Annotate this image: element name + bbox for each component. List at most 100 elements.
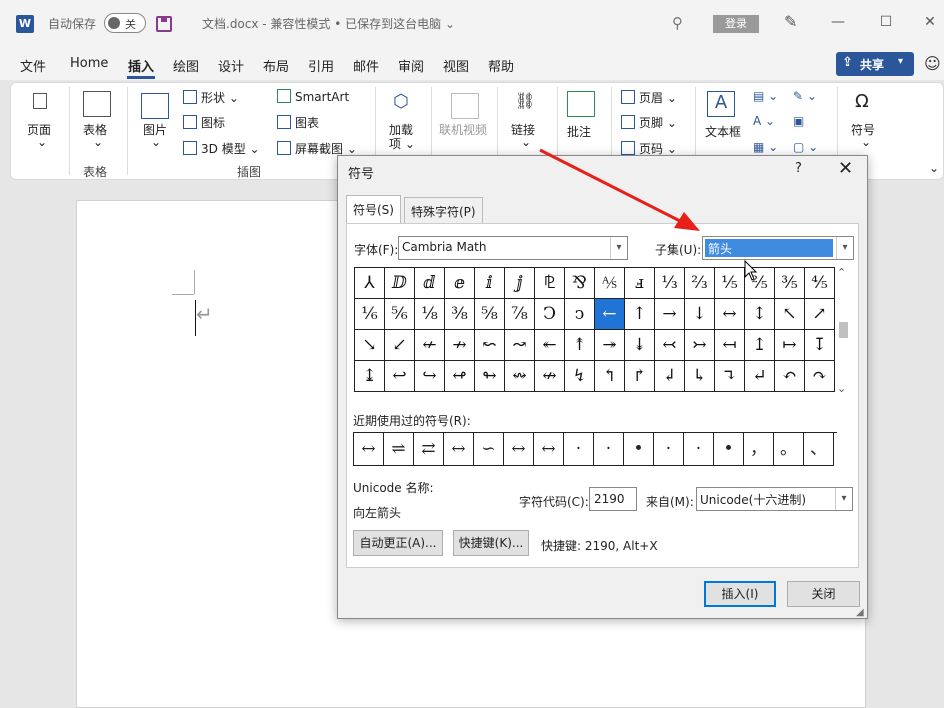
menu-layout[interactable]: 布局 <box>263 56 289 75</box>
symbol-cell[interactable]: ↔ <box>715 299 745 330</box>
menu-review[interactable]: 审阅 <box>398 56 424 75</box>
char-code-input[interactable]: 2190 <box>589 487 637 511</box>
symbol-cell[interactable]: ↑ <box>625 299 655 330</box>
help-icon[interactable]: ? <box>795 161 802 176</box>
symbol-cell[interactable]: ⅅ <box>385 268 415 299</box>
symbol-cell[interactable]: ↡ <box>625 330 655 361</box>
symbol-cell[interactable]: ⅉ <box>505 268 535 299</box>
comment-button[interactable]: 批注 <box>567 123 591 140</box>
symbol-cell[interactable]: ↟ <box>565 330 595 361</box>
symbol-cell[interactable]: ↳ <box>685 361 715 392</box>
symbol-cell[interactable]: ⅍ <box>595 268 625 299</box>
symbol-cell[interactable]: ↛ <box>445 330 475 361</box>
symbol-cell[interactable]: ↨ <box>355 361 385 392</box>
symbol-cell[interactable]: ⅕ <box>715 268 745 299</box>
ribbon-collapse-icon[interactable]: ⌄ <box>929 161 939 175</box>
pen-icon[interactable]: ✎ <box>784 12 797 31</box>
symbol-cell[interactable]: Ↄ <box>535 299 565 330</box>
recent-symbol-cell[interactable]: ⇄ <box>414 433 444 466</box>
symbol-cell[interactable]: ⅜ <box>445 299 475 330</box>
symbol-cell[interactable]: ⅈ <box>475 268 505 299</box>
menu-home[interactable]: Home <box>70 56 108 71</box>
symbol-cell[interactable]: ⅘ <box>805 268 835 299</box>
signature-icon[interactable]: ✎ ⌄ <box>793 89 817 103</box>
from-select[interactable]: Unicode(十六进制) ▾ <box>696 487 853 511</box>
datetime-icon[interactable]: ▣ <box>793 114 804 128</box>
symbol-cell[interactable]: ↣ <box>685 330 715 361</box>
recent-symbol-cell[interactable]: ⇌ <box>384 433 414 466</box>
symbol-cell[interactable]: ↚ <box>415 330 445 361</box>
insert-button[interactable]: 插入(I) <box>704 581 776 607</box>
symbol-cell[interactable]: ↝ <box>505 330 535 361</box>
font-select[interactable]: Cambria Math ▾ <box>398 236 628 260</box>
symbol-cell[interactable]: ⅝ <box>475 299 505 330</box>
symbol-cell[interactable]: ↷ <box>805 361 835 392</box>
symbol-cell[interactable]: ↶ <box>775 361 805 392</box>
symbol-cell[interactable]: ⅎ <box>625 268 655 299</box>
symbol-cell[interactable]: ↦ <box>775 330 805 361</box>
person-icon[interactable]: ☺ <box>924 54 941 73</box>
wordart-icon[interactable]: A ⌄ <box>753 114 775 128</box>
symbol-cell[interactable]: ↜ <box>475 330 505 361</box>
3d-model-button[interactable]: 3D 模型 ⌄ <box>183 140 260 157</box>
menu-file[interactable]: 文件 <box>20 56 46 75</box>
symbol-cell[interactable]: → <box>655 299 685 330</box>
symbol-cell[interactable]: ↴ <box>715 361 745 392</box>
autocorrect-button[interactable]: 自动更正(A)... <box>353 530 443 556</box>
recent-symbol-cell[interactable]: ， <box>744 433 774 466</box>
textbox-button[interactable]: 文本框 <box>705 123 741 140</box>
symbol-cell[interactable]: ↞ <box>535 330 565 361</box>
shapes-button[interactable]: 形状 ⌄ <box>183 89 239 106</box>
document-title[interactable]: 文档.docx - 兼容性模式 • 已保存到这台电脑 ⌄ <box>202 15 455 32</box>
object-icon[interactable]: ▢ ⌄ <box>793 140 818 154</box>
symbol-cell[interactable]: ⅙ <box>355 299 385 330</box>
recent-symbol-cell[interactable]: ∽ <box>474 433 504 466</box>
symbol-cell[interactable]: ↪ <box>415 361 445 392</box>
recent-symbol-cell[interactable]: 。 <box>774 433 804 466</box>
symbol-cell[interactable]: ⅔ <box>685 268 715 299</box>
symbol-cell[interactable]: ↫ <box>445 361 475 392</box>
recent-symbol-cell[interactable]: · <box>594 433 624 466</box>
symbol-cell[interactable]: ↬ <box>475 361 505 392</box>
symbol-cell[interactable]: ↤ <box>715 330 745 361</box>
recent-symbol-cell[interactable]: · <box>684 433 714 466</box>
symbol-cell[interactable]: ↭ <box>505 361 535 392</box>
recent-symbol-cell[interactable]: • <box>624 433 654 466</box>
symbol-cell[interactable]: ↰ <box>595 361 625 392</box>
symbol-cell[interactable]: ↯ <box>565 361 595 392</box>
recent-symbol-cell[interactable]: • <box>714 433 744 466</box>
symbol-cell[interactable]: ↗ <box>805 299 835 330</box>
symbol-cell[interactable]: ⅛ <box>415 299 445 330</box>
share-button[interactable]: ⇪ 共享 ▾ <box>836 52 914 76</box>
recent-symbol-cell[interactable]: ↔ <box>504 433 534 466</box>
scroll-down-icon[interactable]: ⌄ <box>837 382 846 395</box>
menu-draw[interactable]: 绘图 <box>173 56 199 75</box>
recent-symbol-cell[interactable]: ↔ <box>354 433 384 466</box>
symbol-cell[interactable]: ⅊ <box>535 268 565 299</box>
symbol-cell[interactable]: ↙ <box>385 330 415 361</box>
symbol-cell[interactable]: ↩ <box>385 361 415 392</box>
shortcut-key-button[interactable]: 快捷键(K)... <box>453 530 529 556</box>
menu-references[interactable]: 引用 <box>308 56 334 75</box>
symbol-cell[interactable]: ⅞ <box>505 299 535 330</box>
menu-view[interactable]: 视图 <box>443 56 469 75</box>
symbol-cell[interactable]: ↕ <box>745 299 775 330</box>
symbol-cell[interactable]: ↵ <box>745 361 775 392</box>
symbol-cell[interactable]: ⅗ <box>775 268 805 299</box>
menu-mailings[interactable]: 邮件 <box>353 56 379 75</box>
scroll-up-icon[interactable]: ⌃ <box>837 266 846 279</box>
minimize-icon[interactable]: — <box>828 14 848 30</box>
maximize-icon[interactable]: ☐ <box>876 14 896 30</box>
quickparts-icon[interactable]: ▤ ⌄ <box>753 89 778 103</box>
symbol-cell[interactable]: ↲ <box>655 361 685 392</box>
symbol-cell[interactable]: ⅚ <box>385 299 415 330</box>
subset-select[interactable]: 箭头 ▾ <box>702 236 854 260</box>
symbol-cell[interactable]: ↄ <box>565 299 595 330</box>
recent-symbol-cell[interactable]: ↔ <box>534 433 564 466</box>
menu-help[interactable]: 帮助 <box>488 56 514 75</box>
menu-design[interactable]: 设计 <box>218 56 244 75</box>
symbol-cell[interactable]: ↢ <box>655 330 685 361</box>
symbol-cell[interactable]: ⅇ <box>445 268 475 299</box>
symbol-cell[interactable]: ↠ <box>595 330 625 361</box>
symbol-cell[interactable]: ⅓ <box>655 268 685 299</box>
